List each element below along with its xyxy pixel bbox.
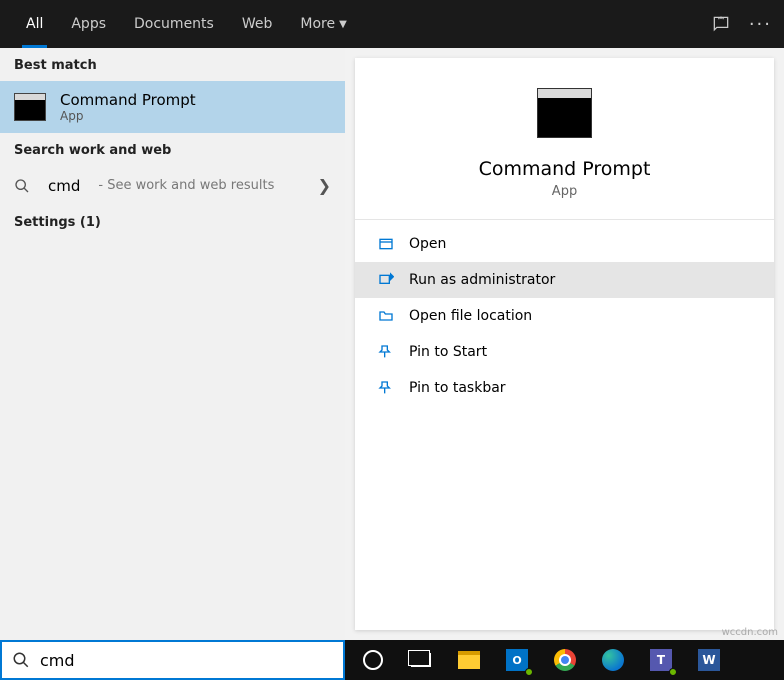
taskbar-outlook[interactable]: O [495,640,539,680]
word-icon: W [698,649,720,671]
section-settings[interactable]: Settings (1) [0,205,345,238]
taskbar-edge[interactable] [591,640,635,680]
preview-subtitle: App [552,184,577,199]
search-input[interactable] [40,651,333,670]
action-open-label: Open [409,236,446,252]
taskbar-teams[interactable]: T [639,640,683,680]
tab-all[interactable]: All [12,0,57,48]
action-openloc-label: Open file location [409,308,532,324]
shield-icon [377,271,395,289]
section-search-web: Search work and web [0,133,345,166]
pin-start-icon [377,343,395,361]
search-scope-tabs: All Apps Documents Web More ▼ ··· [0,0,784,48]
edge-icon [602,649,624,671]
search-results-panel: Best match Command Prompt App Search wor… [0,48,784,640]
folder-icon [377,307,395,325]
status-badge [525,668,533,676]
search-bar[interactable] [0,640,345,680]
action-runadmin-label: Run as administrator [409,272,555,288]
preview-app-icon [537,88,592,138]
web-query: cmd [48,177,80,195]
task-view-button[interactable] [399,640,443,680]
status-badge [669,668,677,676]
command-prompt-icon [14,93,46,121]
cortana-icon [363,650,383,670]
watermark: wccdn.com [722,627,778,638]
result-subtitle: App [60,109,196,123]
file-explorer-icon [458,651,480,669]
feedback-icon[interactable] [711,14,731,34]
search-icon [14,178,34,194]
action-pinstart-label: Pin to Start [409,344,487,360]
tab-more[interactable]: More ▼ [286,0,360,48]
action-open-location[interactable]: Open file location [355,298,774,334]
chrome-icon [554,649,576,671]
taskbar-chrome[interactable] [543,640,587,680]
tab-documents[interactable]: Documents [120,0,228,48]
tab-apps[interactable]: Apps [57,0,120,48]
preview-title: Command Prompt [479,158,651,180]
action-open[interactable]: Open [355,226,774,262]
results-list: Best match Command Prompt App Search wor… [0,48,345,640]
task-view-icon [411,653,431,667]
web-hint: - See work and web results [98,178,274,193]
web-search-suggestion[interactable]: cmd - See work and web results ❯ [0,166,345,205]
action-run-as-admin[interactable]: Run as administrator [355,262,774,298]
pin-taskbar-icon [377,379,395,397]
taskbar: O T W [345,640,784,680]
open-icon [377,235,395,253]
action-pin-taskbar[interactable]: Pin to taskbar [355,370,774,406]
cortana-button[interactable] [351,640,395,680]
action-pintask-label: Pin to taskbar [409,380,506,396]
section-best-match: Best match [0,48,345,81]
chevron-right-icon: ❯ [318,176,331,195]
options-icon[interactable]: ··· [749,14,772,35]
taskbar-explorer[interactable] [447,640,491,680]
teams-icon: T [650,649,672,671]
result-command-prompt[interactable]: Command Prompt App [0,81,345,133]
search-icon [12,651,30,669]
action-pin-start[interactable]: Pin to Start [355,334,774,370]
taskbar-word[interactable]: W [687,640,731,680]
chevron-down-icon: ▼ [339,19,347,30]
tab-web[interactable]: Web [228,0,287,48]
result-preview: Command Prompt App Open Run as administr… [355,58,774,630]
tab-more-label: More [300,16,335,32]
outlook-icon: O [506,649,528,671]
result-title: Command Prompt [60,91,196,109]
